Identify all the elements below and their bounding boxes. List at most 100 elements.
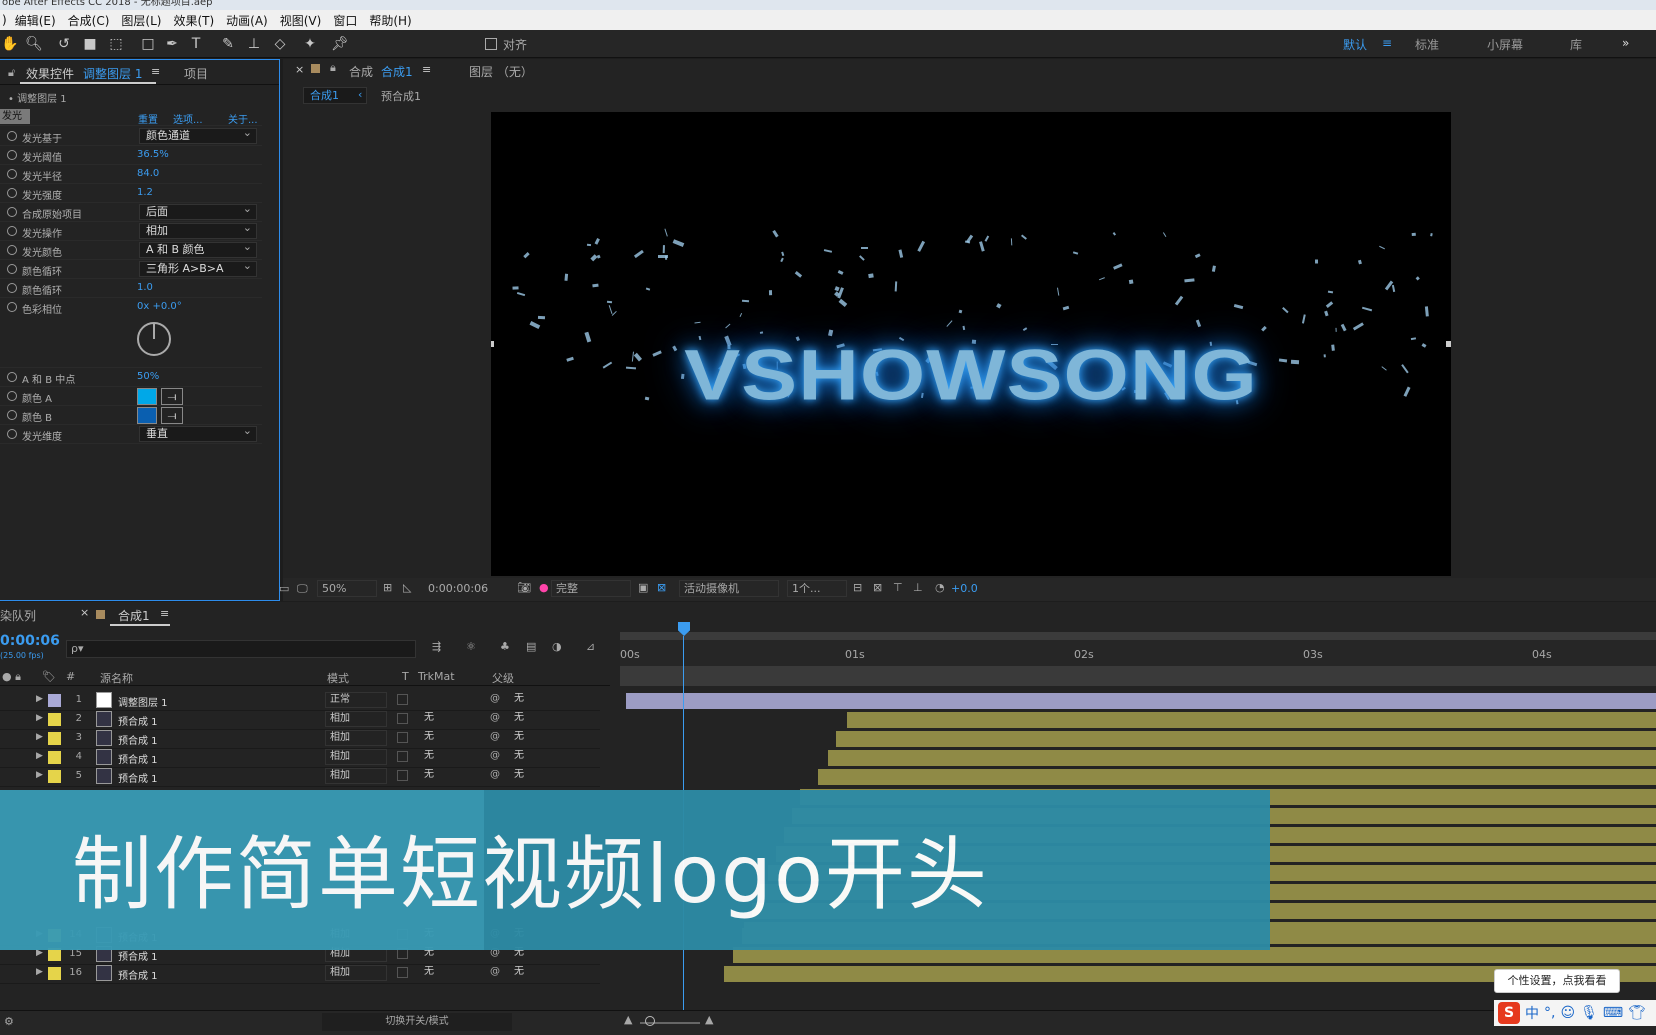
- glow-operation-dropdown[interactable]: 相加: [139, 221, 257, 239]
- layer-viewer-tab[interactable]: 图层 （无）: [469, 63, 533, 80]
- monitor-icon[interactable]: 🖵︎: [297, 582, 308, 596]
- color-b-swatch[interactable]: [137, 407, 157, 424]
- comp-tab-name[interactable]: 合成1: [381, 63, 413, 80]
- trkmat-dropdown[interactable]: [420, 692, 478, 708]
- zoom-dropdown[interactable]: 50%: [317, 580, 377, 597]
- panel-menu-icon[interactable]: ≡: [160, 607, 169, 620]
- bounding-handle[interactable]: [491, 341, 494, 347]
- puppet-pin-tool-icon[interactable]: 📌︎: [330, 34, 350, 54]
- layer-row[interactable]: ▶ 16 预合成 1 相加 无 @ 无: [0, 964, 600, 984]
- brush-tool-icon[interactable]: ✎: [218, 34, 238, 54]
- layer-label-color[interactable]: [48, 770, 61, 783]
- stopwatch-icon[interactable]: [7, 372, 17, 382]
- layer-mode-dropdown[interactable]: 相加: [325, 768, 387, 784]
- workspace-overflow-icon[interactable]: »: [1622, 36, 1629, 50]
- ab-midpoint-value[interactable]: 50%: [137, 371, 159, 382]
- pick-whip-icon[interactable]: @: [490, 966, 500, 977]
- exposure-value[interactable]: +0.0: [951, 582, 978, 595]
- effect-controls-tab-layer[interactable]: 调整图层 1: [83, 65, 142, 82]
- stopwatch-icon[interactable]: [7, 410, 17, 420]
- motion-blur-icon[interactable]: ◑: [552, 640, 562, 653]
- keyboard-icon[interactable]: ⌨: [1603, 1005, 1623, 1021]
- channel-icon[interactable]: ●: [539, 581, 549, 594]
- layer-label-color[interactable]: [48, 713, 61, 726]
- color-phase-dial[interactable]: [137, 322, 171, 356]
- menu-item-file[interactable]: ): [0, 13, 9, 27]
- menu-item-view[interactable]: 视图(V): [274, 12, 328, 29]
- color-a-swatch[interactable]: [137, 388, 157, 405]
- twirl-arrow-icon[interactable]: ▶: [36, 713, 43, 723]
- workspace-libraries[interactable]: 库: [1570, 36, 1582, 53]
- pick-whip-icon[interactable]: @: [490, 769, 500, 780]
- color-looping-dropdown[interactable]: 三角形 A>B>A: [139, 259, 257, 277]
- emoji-icon[interactable]: ☺: [1560, 1005, 1575, 1021]
- toggle-pixel-icon[interactable]: ⊟: [853, 581, 862, 594]
- zoom-out-icon[interactable]: ▲: [624, 1013, 632, 1026]
- parent-dropdown[interactable]: 无: [510, 965, 596, 981]
- snapshot-icon[interactable]: 📷︎: [517, 581, 531, 594]
- zoom-tool-icon[interactable]: 🔍︎: [24, 34, 44, 54]
- color-phase-value[interactable]: 0x +0.0°: [137, 301, 182, 312]
- project-tab[interactable]: 项目: [184, 65, 208, 82]
- label-column-icon[interactable]: 🏷︎: [42, 670, 56, 683]
- layer-mode-dropdown[interactable]: 相加: [325, 711, 387, 727]
- trkmat-dropdown[interactable]: 无: [420, 730, 478, 746]
- microphone-icon[interactable]: 🎙︎: [1580, 1005, 1598, 1021]
- close-tab-icon[interactable]: ×: [295, 63, 304, 76]
- render-queue-tab[interactable]: 染队列: [0, 607, 36, 624]
- menu-item-edit[interactable]: 编辑(E): [9, 12, 62, 29]
- layer-duration-bar[interactable]: [847, 712, 1656, 728]
- ime-punct[interactable]: °,: [1544, 1005, 1555, 1021]
- twirl-arrow-icon[interactable]: ▶: [36, 694, 43, 704]
- camera-dropdown[interactable]: 活动摄像机: [679, 580, 779, 597]
- always-preview-icon[interactable]: ▭: [279, 582, 289, 595]
- zoom-in-icon[interactable]: ▲: [705, 1013, 713, 1026]
- menu-item-animation[interactable]: 动画(A): [220, 12, 274, 29]
- stopwatch-icon[interactable]: [7, 283, 17, 293]
- menu-item-help[interactable]: 帮助(H): [363, 12, 417, 29]
- layer-row[interactable]: ▶ 2 预合成 1 相加 无 @ 无: [0, 710, 600, 730]
- preserve-transparency-checkbox[interactable]: [397, 713, 408, 724]
- col-trkmat[interactable]: TrkMat: [418, 670, 455, 683]
- trkmat-dropdown[interactable]: 无: [420, 711, 478, 727]
- layer-row[interactable]: ▶ 3 预合成 1 相加 无 @ 无: [0, 729, 600, 749]
- effect-reset-link[interactable]: 重置: [138, 111, 158, 126]
- glow-radius-value[interactable]: 84.0: [137, 168, 159, 179]
- twirl-arrow-icon[interactable]: ▶: [36, 732, 43, 742]
- layer-duration-bar[interactable]: [836, 731, 1656, 747]
- glow-colors-dropdown[interactable]: A 和 B 颜色: [139, 240, 257, 258]
- layer-name[interactable]: 预合成 1: [118, 751, 158, 766]
- transparency-grid-icon[interactable]: ⊠: [657, 581, 666, 594]
- layer-row[interactable]: ▶ 4 预合成 1 相加 无 @ 无: [0, 748, 600, 768]
- resolution-dropdown[interactable]: 完整: [551, 580, 631, 597]
- parent-dropdown[interactable]: 无: [510, 768, 596, 784]
- safe-zones-icon[interactable]: ⊞: [383, 581, 392, 594]
- stopwatch-icon[interactable]: [7, 391, 17, 401]
- effect-options-link[interactable]: 选项...: [173, 111, 203, 126]
- timeline-comp-tab[interactable]: 合成1: [118, 607, 150, 624]
- pen-tool-icon[interactable]: ✒: [162, 34, 182, 54]
- stopwatch-icon[interactable]: [7, 169, 17, 179]
- timeline-search-input[interactable]: ρ▾: [66, 640, 416, 658]
- close-tab-icon[interactable]: ×: [80, 606, 89, 619]
- workspace-menu-icon[interactable]: ≡: [1382, 36, 1392, 50]
- layer-name[interactable]: 预合成 1: [118, 967, 158, 982]
- mask-visibility-icon[interactable]: ◺: [403, 581, 411, 594]
- lock-icon[interactable]: 🔒︎: [330, 61, 336, 75]
- camera-tool-icon[interactable]: ■: [80, 34, 100, 54]
- workspace-default[interactable]: 默认: [1343, 36, 1367, 53]
- rectangle-tool-icon[interactable]: □: [138, 34, 158, 54]
- views-dropdown[interactable]: 1个...: [787, 580, 847, 597]
- effect-about-link[interactable]: 关于...: [228, 111, 258, 126]
- lock-column-icon[interactable]: ● 🔒︎: [2, 670, 21, 684]
- rotate-tool-icon[interactable]: ↺: [54, 34, 74, 54]
- hand-tool-icon[interactable]: ✋: [0, 34, 20, 54]
- glow-based-on-dropdown[interactable]: 颜色通道: [139, 126, 257, 144]
- stopwatch-icon[interactable]: [7, 207, 17, 217]
- layer-label-color[interactable]: [48, 694, 61, 707]
- stopwatch-icon[interactable]: [7, 131, 17, 141]
- parent-dropdown[interactable]: 无: [510, 711, 596, 727]
- layer-name[interactable]: 调整图层 1: [118, 694, 168, 709]
- menu-item-effect[interactable]: 效果(T): [167, 12, 220, 29]
- nav-arrow-icon[interactable]: ‹: [358, 88, 362, 101]
